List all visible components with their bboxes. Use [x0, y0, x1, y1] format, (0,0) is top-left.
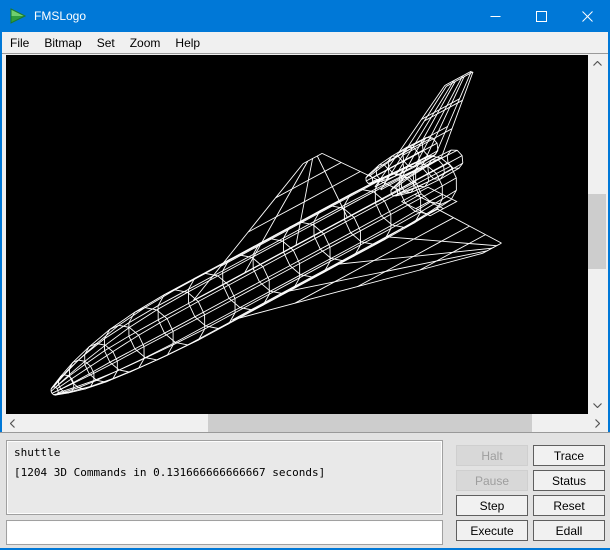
step-button[interactable]: Step [456, 495, 528, 516]
commander-output: shuttle[1204 3D Commands in 0.1316666666… [6, 440, 443, 515]
workspace [2, 53, 608, 432]
execute-button[interactable]: Execute [456, 520, 528, 541]
chevron-left-icon [10, 419, 15, 428]
window-title: FMSLogo [34, 9, 86, 23]
horizontal-scroll-thumb[interactable] [208, 414, 532, 433]
close-button[interactable] [564, 0, 610, 32]
output-line: [1204 3D Commands in 0.131666666666667 s… [14, 463, 435, 483]
title-bar[interactable]: FMSLogo [0, 0, 610, 32]
menu-bar: FileBitmapSetZoomHelp [2, 32, 608, 53]
chevron-right-icon [595, 419, 600, 428]
minimize-button[interactable] [472, 0, 518, 32]
status-button[interactable]: Status [533, 470, 605, 491]
commander-input[interactable] [6, 520, 443, 545]
chevron-down-icon [593, 403, 602, 408]
scroll-right-button[interactable] [589, 414, 606, 433]
maximize-button[interactable] [518, 0, 564, 32]
menu-item-zoom[interactable]: Zoom [123, 33, 168, 53]
menu-item-set[interactable]: Set [90, 33, 122, 53]
maximize-icon [536, 11, 547, 22]
vertical-scroll-thumb[interactable] [588, 194, 606, 269]
graphics-canvas[interactable] [6, 55, 588, 414]
scroll-up-button[interactable] [588, 55, 606, 72]
output-line: shuttle [14, 443, 435, 463]
horizontal-scrollbar[interactable] [2, 414, 606, 433]
minimize-icon [490, 11, 501, 22]
shuttle-wireframe [6, 55, 588, 414]
fmslogo-window: FMSLogo FileBitmapSetZoomHelp [0, 0, 610, 550]
scroll-down-button[interactable] [588, 397, 606, 414]
edall-button[interactable]: Edall [533, 520, 605, 541]
commander-buttons: HaltTracePauseStatusStepResetExecuteEdal… [456, 445, 605, 541]
menu-item-help[interactable]: Help [168, 33, 207, 53]
menu-item-file[interactable]: File [3, 33, 36, 53]
commander-panel: shuttle[1204 3D Commands in 0.1316666666… [0, 432, 610, 548]
trace-button[interactable]: Trace [533, 445, 605, 466]
menu-item-bitmap[interactable]: Bitmap [37, 33, 88, 53]
fmslogo-app-icon [9, 7, 27, 25]
pause-button: Pause [456, 470, 528, 491]
vertical-scrollbar[interactable] [588, 55, 606, 414]
chevron-up-icon [593, 61, 602, 66]
halt-button: Halt [456, 445, 528, 466]
close-icon [582, 11, 593, 22]
scroll-left-button[interactable] [4, 414, 21, 433]
reset-button[interactable]: Reset [533, 495, 605, 516]
